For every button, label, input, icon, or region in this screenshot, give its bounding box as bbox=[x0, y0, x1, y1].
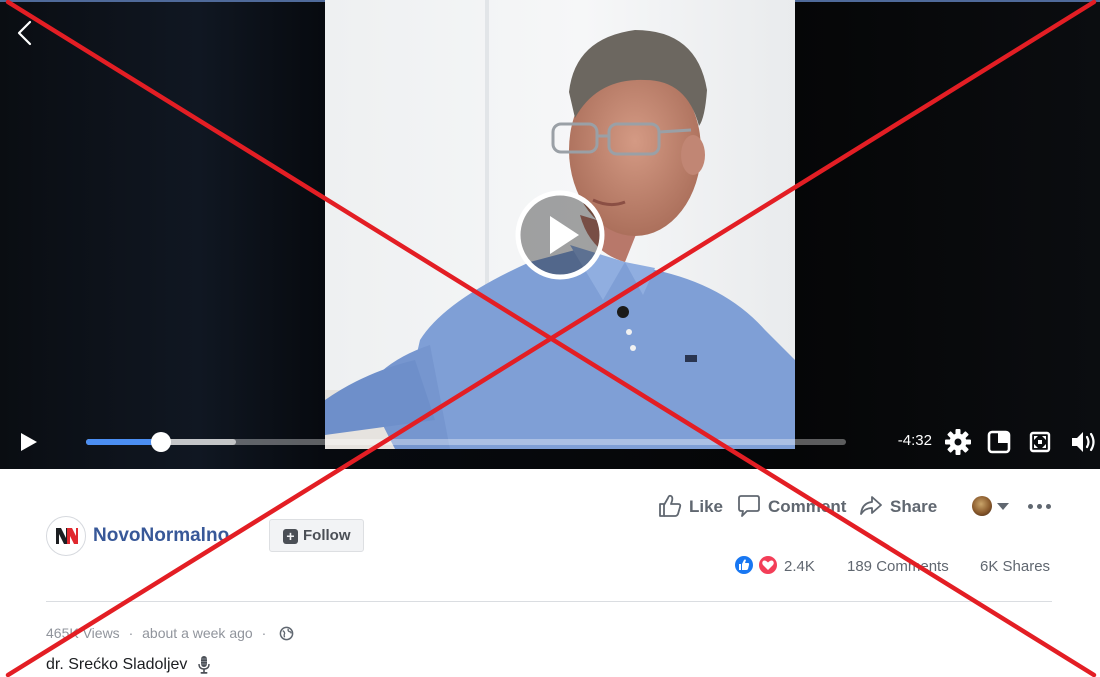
fullscreen-icon bbox=[1029, 431, 1051, 453]
post-meta: 465K Views · about a week ago · bbox=[46, 624, 294, 641]
play-button[interactable] bbox=[16, 430, 42, 454]
follow-button[interactable]: + Follow bbox=[269, 519, 364, 552]
like-label: Like bbox=[689, 497, 724, 516]
page-name-link[interactable]: NovoNormalno bbox=[93, 525, 229, 547]
love-reaction-icon bbox=[757, 554, 779, 576]
divider bbox=[46, 601, 1052, 602]
share-arrow-icon bbox=[860, 496, 882, 515]
video-controls: -4:32 bbox=[0, 422, 1100, 462]
share-label: Share bbox=[890, 497, 938, 516]
back-button[interactable] bbox=[12, 18, 38, 48]
time-remaining: -4:32 bbox=[897, 432, 932, 449]
chevron-left-icon bbox=[17, 20, 32, 46]
globe-icon[interactable] bbox=[279, 626, 294, 641]
more-options-button[interactable] bbox=[1026, 494, 1054, 518]
post-screenshot: -4:32 NovoNormalno + Follow Like Comment… bbox=[0, 0, 1100, 677]
pip-button[interactable] bbox=[985, 428, 1013, 456]
fullscreen-button[interactable] bbox=[1026, 428, 1054, 456]
progress-scrubber[interactable] bbox=[151, 432, 172, 452]
gear-icon bbox=[945, 429, 971, 455]
dot-icon bbox=[1028, 504, 1033, 509]
volume-icon bbox=[1072, 432, 1095, 452]
post-timestamp[interactable]: about a week ago bbox=[142, 625, 253, 641]
reaction-count[interactable]: 2.4K bbox=[784, 558, 815, 575]
microphone-icon bbox=[198, 656, 210, 674]
post-caption: dr. Srećko Sladoljev bbox=[46, 655, 212, 675]
center-play-button[interactable] bbox=[515, 190, 605, 280]
comment-button[interactable]: Comment bbox=[736, 492, 848, 520]
progress-played bbox=[86, 439, 162, 445]
dot-icon bbox=[1037, 504, 1042, 509]
speech-bubble-icon bbox=[738, 495, 760, 517]
play-icon bbox=[21, 433, 37, 451]
meta-separator: · bbox=[261, 625, 267, 642]
video-player[interactable]: -4:32 bbox=[0, 0, 1100, 469]
thumbs-up-icon bbox=[659, 494, 682, 517]
page-avatar[interactable] bbox=[46, 516, 86, 556]
picture-in-picture-icon bbox=[987, 430, 1011, 454]
play-circle-icon bbox=[515, 190, 605, 280]
like-button[interactable]: Like bbox=[657, 492, 723, 520]
share-count[interactable]: 6K Shares bbox=[980, 558, 1050, 575]
viewer-avatar[interactable] bbox=[972, 496, 992, 516]
share-button[interactable]: Share bbox=[858, 492, 938, 520]
progress-bar[interactable] bbox=[86, 432, 846, 452]
meta-separator: · bbox=[128, 625, 134, 642]
volume-button[interactable] bbox=[1068, 428, 1098, 456]
caption-text: dr. Srećko Sladoljev bbox=[46, 656, 188, 674]
dot-icon bbox=[1046, 504, 1051, 509]
comment-label: Comment bbox=[768, 497, 847, 516]
follow-label: Follow bbox=[303, 527, 351, 544]
novonormalno-logo-icon bbox=[56, 528, 78, 544]
settings-button[interactable] bbox=[944, 428, 972, 456]
like-reaction-icon bbox=[733, 554, 755, 576]
view-count: 465K Views bbox=[46, 625, 120, 642]
caret-down-icon[interactable] bbox=[997, 503, 1009, 510]
plus-icon: + bbox=[283, 529, 298, 544]
comment-count[interactable]: 189 Comments bbox=[847, 558, 949, 575]
